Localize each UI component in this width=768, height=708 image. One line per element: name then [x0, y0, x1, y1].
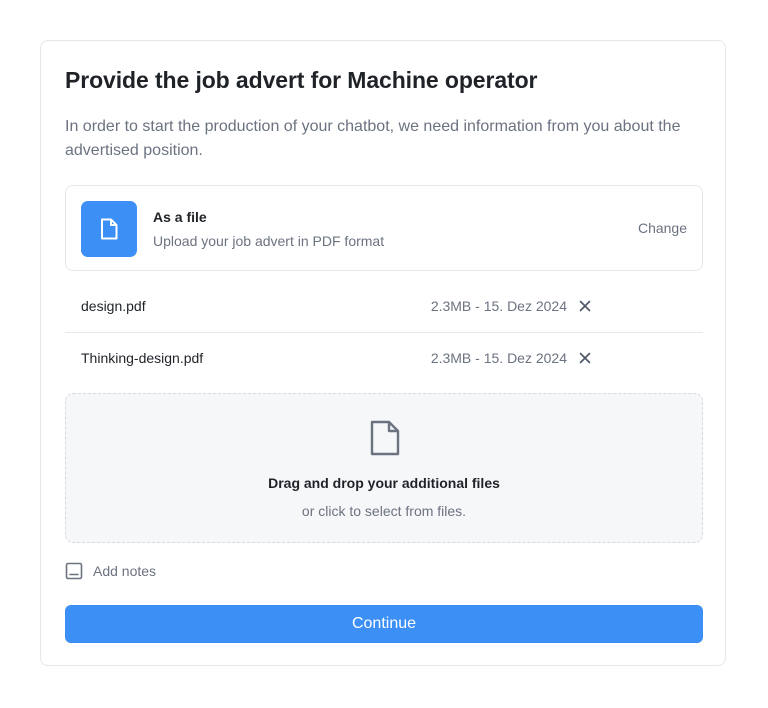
file-row: design.pdf 2.3MB - 15. Dez 2024 [65, 281, 703, 333]
file-meta: 2.3MB - 15. Dez 2024 [430, 298, 567, 314]
page-description: In order to start the production of your… [65, 118, 681, 159]
file-row: Thinking-design.pdf 2.3MB - 15. Dez 2024 [65, 333, 703, 385]
file-icon [370, 420, 400, 456]
upload-card: Provide the job advert for Machine opera… [40, 40, 726, 666]
add-notes-label: Add notes [93, 563, 157, 579]
notes-icon [65, 562, 83, 580]
source-title: As a file [153, 209, 207, 225]
add-notes-button[interactable]: Add notes [65, 561, 156, 581]
file-meta: 2.3MB - 15. Dez 2024 [430, 350, 567, 366]
close-icon [579, 300, 591, 312]
remove-file-button[interactable] [577, 298, 593, 314]
page-title: Provide the job advert for Machine opera… [65, 67, 538, 93]
source-icon-box [81, 201, 137, 257]
remove-file-button[interactable] [577, 350, 593, 366]
change-button[interactable]: Change [638, 220, 687, 236]
file-icon [101, 218, 118, 240]
file-dropzone[interactable]: Drag and drop your additional files or c… [65, 393, 703, 543]
dropzone-subtitle: or click to select from files. [301, 503, 467, 519]
close-icon [579, 352, 591, 364]
dropzone-title: Drag and drop your additional files [268, 475, 500, 491]
source-subtitle: Upload your job advert in PDF format [153, 233, 385, 249]
source-option-file: As a file Upload your job advert in PDF … [65, 185, 703, 271]
continue-button[interactable]: Continue [65, 605, 703, 643]
file-name: Thinking-design.pdf [81, 350, 204, 366]
file-name: design.pdf [81, 298, 146, 314]
